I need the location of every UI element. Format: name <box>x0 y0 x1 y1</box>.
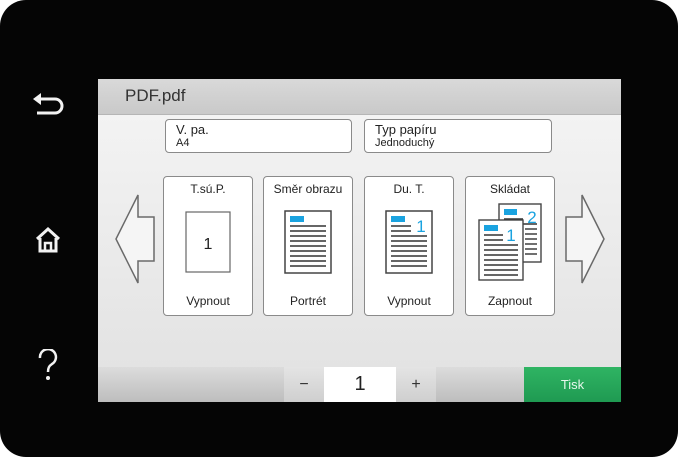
duplex-icon-number: 1 <box>416 217 425 236</box>
card-title: Směr obrazu <box>273 182 343 196</box>
title-bar: PDF.pdf <box>98 79 621 115</box>
back-icon <box>33 93 64 115</box>
help-button[interactable] <box>28 345 68 385</box>
paper-type-value: Jednoduchý <box>375 137 435 149</box>
collate-front-number: 1 <box>506 226 515 245</box>
page-icon: 1 <box>185 211 231 273</box>
single-sided-document-icon: 1 <box>385 210 433 274</box>
paper-size-value: A4 <box>176 137 190 149</box>
paper-type-label: Typ papíru <box>375 122 437 137</box>
card-value: Portrét <box>289 294 326 308</box>
copies-stepper: − 1 + <box>284 367 436 402</box>
home-icon <box>35 226 61 253</box>
pages-per-sheet-card[interactable]: T.sú.P. 1 Vypnout <box>163 176 253 316</box>
previous-arrow-button[interactable] <box>114 193 156 285</box>
card-title: Skládat <box>489 182 531 196</box>
collate-documents-icon: 2 1 <box>478 203 542 281</box>
card-title: T.sú.P. <box>190 182 226 196</box>
back-button[interactable] <box>28 84 68 124</box>
bottom-bar: − 1 + Tisk <box>98 367 621 402</box>
card-value: Vypnout <box>387 294 431 308</box>
next-arrow-button[interactable] <box>564 193 606 285</box>
decrease-copies-button[interactable]: − <box>284 367 324 402</box>
card-value: Zapnout <box>487 294 533 308</box>
print-button[interactable]: Tisk <box>524 367 621 402</box>
duplex-card[interactable]: Du. T. 1 Vypnout <box>364 176 454 316</box>
collate-card[interactable]: Skládat 2 1 Zapnout <box>465 176 555 316</box>
page-icon-number: 1 <box>204 236 213 253</box>
copies-count[interactable]: 1 <box>324 367 396 402</box>
home-button[interactable] <box>28 220 68 260</box>
paper-size-field[interactable]: V. pa. A4 <box>165 119 352 153</box>
card-title: Du. T. <box>393 182 425 196</box>
portrait-document-icon <box>284 210 332 274</box>
increase-copies-button[interactable]: + <box>396 367 436 402</box>
card-value: Vypnout <box>186 294 230 308</box>
settings-panel: V. pa. A4 Typ papíru Jednoduchý T.sú.P. … <box>98 115 621 367</box>
orientation-card[interactable]: Směr obrazu Portrét <box>263 176 353 316</box>
document-title: PDF.pdf <box>125 86 186 105</box>
help-icon <box>38 349 58 380</box>
paper-size-label: V. pa. <box>176 122 209 137</box>
paper-type-field[interactable]: Typ papíru Jednoduchý <box>364 119 552 153</box>
touch-screen: PDF.pdf V. pa. A4 Typ papíru Jednoduchý … <box>98 79 621 402</box>
